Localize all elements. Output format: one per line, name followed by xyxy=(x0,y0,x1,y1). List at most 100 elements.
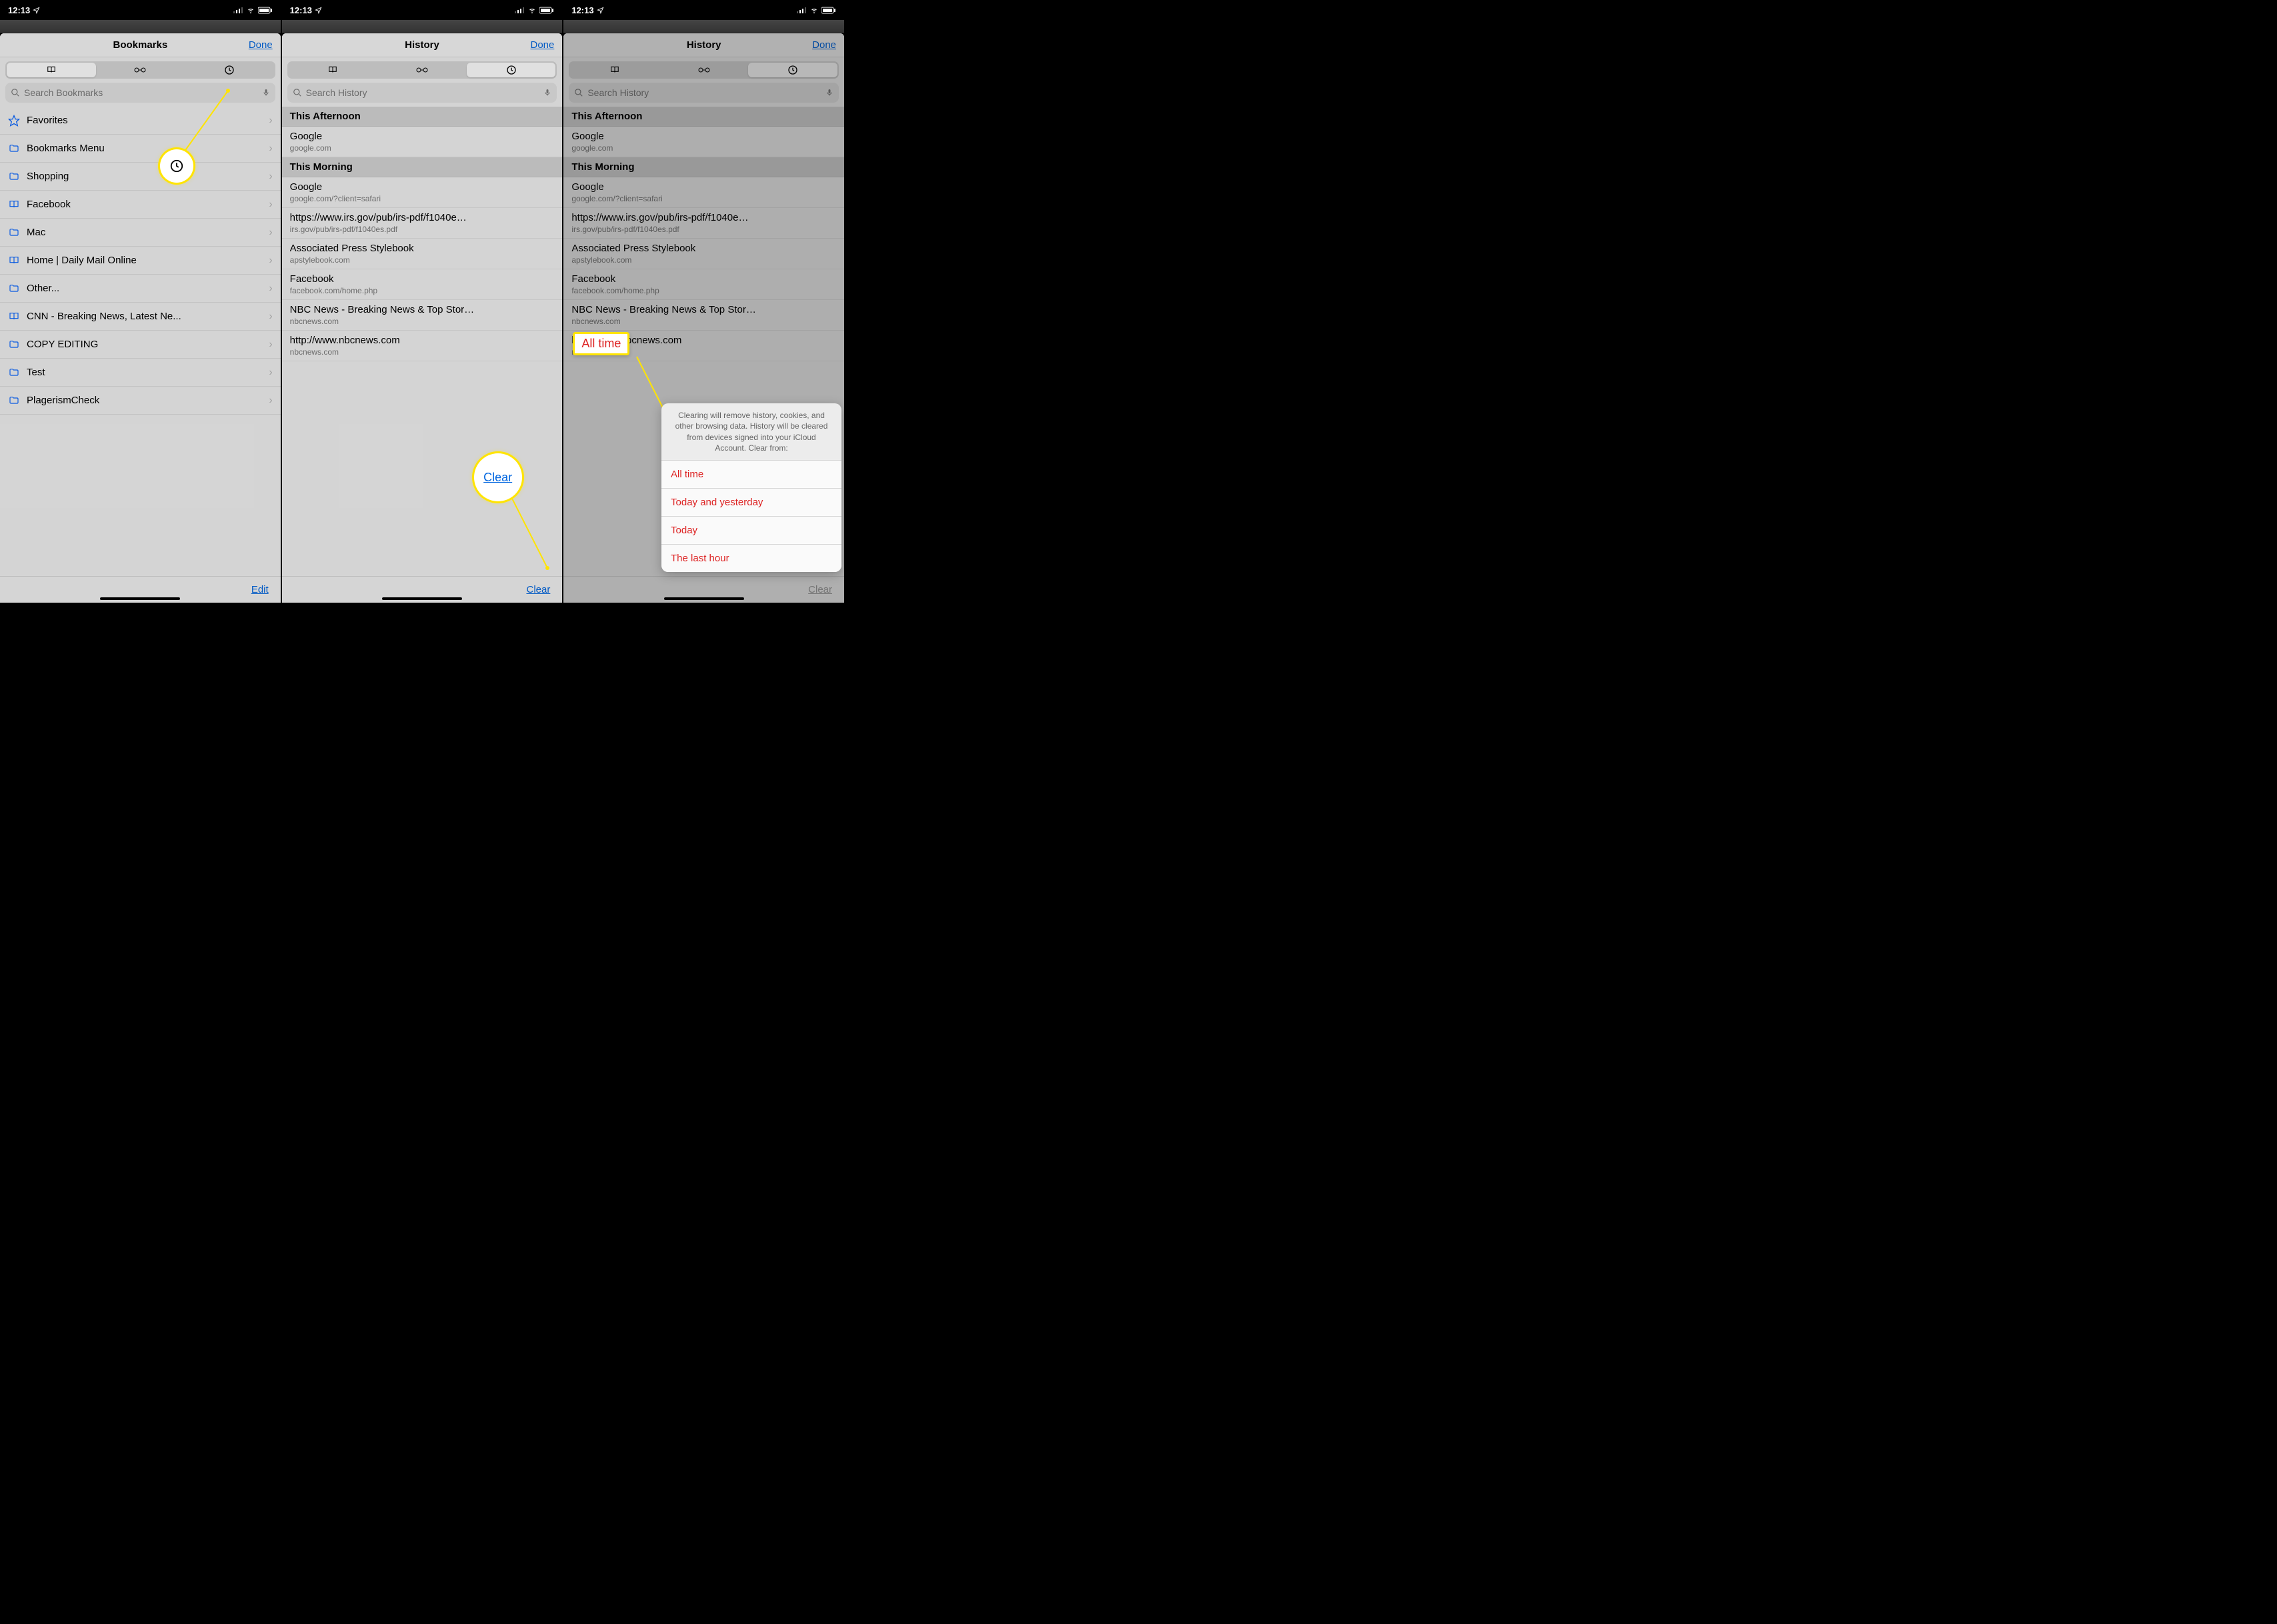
folder-icon xyxy=(8,143,20,154)
segmented-control[interactable] xyxy=(287,61,557,79)
bookmark-label: CNN - Breaking News, Latest Ne... xyxy=(27,311,262,322)
history-row[interactable]: Facebookfacebook.com/home.php xyxy=(282,269,563,300)
bookmark-row[interactable]: Bookmarks Menu› xyxy=(0,135,281,163)
done-button[interactable]: Done xyxy=(812,39,836,51)
popup-option-all-time[interactable]: All time xyxy=(661,461,841,489)
chevron-right-icon: › xyxy=(269,199,272,211)
home-indicator[interactable] xyxy=(100,597,180,600)
battery-icon xyxy=(258,7,273,14)
glasses-icon xyxy=(133,67,147,73)
chevron-right-icon: › xyxy=(269,255,272,267)
callout-clear-button: Clear xyxy=(474,453,522,501)
search-bar[interactable]: Search Bookmarks xyxy=(5,83,275,103)
bookmark-row[interactable]: Favorites› xyxy=(0,107,281,135)
bookmark-list: Favorites›Bookmarks Menu›Shopping›Facebo… xyxy=(0,107,281,415)
home-indicator[interactable] xyxy=(382,597,462,600)
history-subtitle: google.com/?client=safari xyxy=(571,194,836,203)
tab-history[interactable] xyxy=(185,63,274,77)
bookmark-row[interactable]: PlagerismCheck› xyxy=(0,387,281,415)
history-row[interactable]: Associated Press Stylebookapstylebook.co… xyxy=(563,239,844,269)
header-title: History xyxy=(405,39,439,51)
panel-header: History Done xyxy=(282,33,563,57)
glasses-icon xyxy=(697,67,711,73)
history-section-header: This Afternoon xyxy=(563,107,844,127)
history-row[interactable]: Googlegoogle.com/?client=safari xyxy=(563,177,844,208)
history-row[interactable]: Googlegoogle.com xyxy=(282,127,563,157)
tab-bookmarks[interactable] xyxy=(570,63,659,77)
bookmark-row[interactable]: Home | Daily Mail Online › xyxy=(0,247,281,275)
signal-icon xyxy=(233,7,243,14)
book-icon xyxy=(45,65,57,75)
history-title: Associated Press Stylebook xyxy=(290,243,555,254)
bookmark-label: Shopping xyxy=(27,171,262,182)
history-title: https://www.irs.gov/pub/irs-pdf/f1040e… xyxy=(290,212,555,223)
tab-reading-list[interactable] xyxy=(659,63,749,77)
tab-bookmarks[interactable] xyxy=(7,63,96,77)
status-time: 12:13 xyxy=(8,5,30,15)
header-title: Bookmarks xyxy=(113,39,167,51)
clear-button[interactable]: Clear xyxy=(526,584,550,595)
search-bar[interactable]: Search History xyxy=(569,83,839,103)
history-row[interactable]: Facebookfacebook.com/home.php xyxy=(563,269,844,300)
done-button[interactable]: Done xyxy=(530,39,554,51)
bookmark-row[interactable]: Shopping › xyxy=(0,163,281,191)
edit-button[interactable]: Edit xyxy=(251,584,269,595)
history-row[interactable]: https://www.irs.gov/pub/irs-pdf/f1040e…i… xyxy=(563,208,844,239)
chevron-right-icon: › xyxy=(269,227,272,239)
panel-header: Bookmarks Done xyxy=(0,33,281,57)
history-section-header: This Morning xyxy=(282,157,563,177)
mic-icon[interactable] xyxy=(825,87,833,98)
bookmark-row[interactable]: Test› xyxy=(0,359,281,387)
history-row[interactable]: http://www.nbcnews.comnbcnews.com xyxy=(282,331,563,361)
bookmark-label: Home | Daily Mail Online xyxy=(27,255,262,266)
bookmark-row[interactable]: Facebook› xyxy=(0,191,281,219)
bookmark-row[interactable]: COPY EDITING› xyxy=(0,331,281,359)
history-subtitle: facebook.com/home.php xyxy=(290,286,555,295)
history-row[interactable]: https://www.irs.gov/pub/irs-pdf/f1040e… i… xyxy=(282,208,563,239)
clear-button[interactable]: Clear xyxy=(808,584,832,595)
chevron-right-icon: › xyxy=(269,171,272,183)
folder-icon xyxy=(8,367,20,378)
tab-reading-list[interactable] xyxy=(377,63,467,77)
popup-option-last-hour[interactable]: The last hour xyxy=(661,545,841,572)
clock-icon xyxy=(224,65,235,75)
tab-bookmarks[interactable] xyxy=(289,63,378,77)
history-subtitle: nbcnews.com xyxy=(290,347,555,357)
history-row[interactable]: Associated Press Stylebookapstylebook.co… xyxy=(282,239,563,269)
history-title: NBC News - Breaking News & Top Stor… xyxy=(571,304,836,315)
popup-option-today-yesterday[interactable]: Today and yesterday xyxy=(661,489,841,517)
bookmark-row[interactable]: Mac› xyxy=(0,219,281,247)
history-row[interactable]: Googlegoogle.com/?client=safari xyxy=(282,177,563,208)
history-subtitle: irs.gov/pub/irs-pdf/f1040es.pdf xyxy=(571,225,836,234)
location-icon xyxy=(33,7,40,14)
callout-all-time-tag: All time xyxy=(573,332,629,355)
segmented-control[interactable] xyxy=(569,61,839,79)
history-subtitle: nbcnews.com xyxy=(290,317,555,326)
history-list: This AfternoonGooglegoogle.comThis Morni… xyxy=(563,107,844,361)
tab-history[interactable] xyxy=(467,63,556,77)
tab-reading-list[interactable] xyxy=(96,63,185,77)
screen-bookmarks: 12:13 Bookmarks Done Search B xyxy=(0,0,282,603)
mic-icon[interactable] xyxy=(543,87,551,98)
history-subtitle: irs.gov/pub/irs-pdf/f1040es.pdf xyxy=(290,225,555,234)
bookmark-row[interactable]: CNN - Breaking News, Latest Ne...› xyxy=(0,303,281,331)
popup-message: Clearing will remove history, cookies, a… xyxy=(661,403,841,461)
search-icon xyxy=(574,88,583,97)
battery-icon xyxy=(539,7,554,14)
bookmark-row[interactable]: Other...› xyxy=(0,275,281,303)
history-row[interactable]: NBC News - Breaking News & Top Stor…nbcn… xyxy=(563,300,844,331)
search-bar[interactable]: Search History xyxy=(287,83,557,103)
history-row[interactable]: Googlegoogle.com xyxy=(563,127,844,157)
status-time: 12:13 xyxy=(290,5,312,15)
done-button[interactable]: Done xyxy=(249,39,273,51)
segmented-control[interactable] xyxy=(5,61,275,79)
bookmark-label: Favorites xyxy=(27,115,262,126)
screen-history-clear-popup: 12:13 History Done Search History This A… xyxy=(563,0,845,603)
tab-history[interactable] xyxy=(748,63,837,77)
home-indicator[interactable] xyxy=(664,597,744,600)
history-row[interactable]: NBC News - Breaking News & Top Stor…nbcn… xyxy=(282,300,563,331)
book-icon xyxy=(8,255,20,266)
popup-option-today[interactable]: Today xyxy=(661,517,841,545)
wifi-icon xyxy=(527,7,537,14)
mic-icon[interactable] xyxy=(262,87,270,98)
